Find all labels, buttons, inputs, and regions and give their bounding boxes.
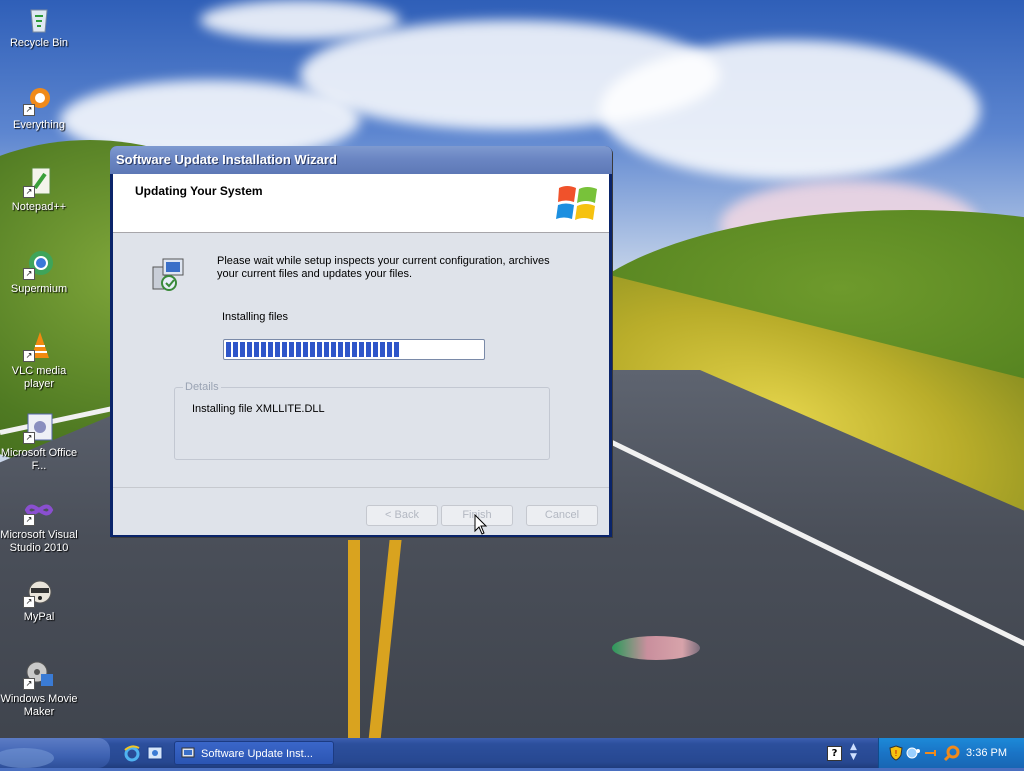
windows-flag-icon — [556, 186, 597, 220]
desktop-icon-recycle-bin[interactable]: Recycle Bin — [0, 2, 78, 50]
wizard-header: Updating Your System — [113, 174, 609, 233]
show-desktop-icon[interactable] — [146, 744, 164, 762]
mouse-cursor-icon — [474, 514, 488, 535]
wizard-body: Please wait while setup inspects your cu… — [113, 233, 609, 487]
details-legend: Details — [183, 381, 221, 393]
shortcut-arrow-icon: ↗ — [23, 596, 35, 608]
microsoft-office-icon: ↗ — [23, 412, 55, 444]
svg-text:!: ! — [894, 749, 897, 758]
desktop-icon-label: Recycle Bin — [9, 37, 69, 49]
supermium-browser-icon: ↗ — [23, 248, 55, 280]
desktop-icon-label: Microsoft Visual Studio 2010 — [0, 529, 78, 554]
taskbar-button-label: Software Update Inst... — [201, 748, 313, 760]
wizard-title: Software Update Installation Wizard — [116, 152, 337, 167]
visual-studio-icon: ↗ — [23, 494, 55, 526]
everything-search-icon: ↗ — [23, 84, 55, 116]
wizard-footer: < Back Finish Cancel — [113, 487, 609, 535]
system-tray: ! 3:36 PM — [878, 738, 1024, 768]
desktop-icon-label: Notepad++ — [11, 201, 67, 213]
wizard-titlebar[interactable]: Software Update Installation Wizard — [110, 146, 612, 174]
desktop-icon-vlc[interactable]: ↗ VLC media player — [0, 330, 78, 391]
desktop-icon-label: MyPal — [23, 611, 55, 623]
shortcut-arrow-icon: ↗ — [23, 678, 35, 690]
cancel-button[interactable]: Cancel — [526, 505, 598, 526]
desktop-icon-label: VLC media player — [11, 365, 67, 390]
desktop-icon-label: Supermium — [10, 283, 68, 295]
installation-wizard-window: Software Update Installation Wizard Upda… — [110, 146, 612, 537]
desktop-icon-label: Windows Movie Maker — [0, 693, 78, 718]
shortcut-arrow-icon: ↗ — [23, 514, 35, 526]
desktop-icon-visual-studio[interactable]: ↗ Microsoft Visual Studio 2010 — [0, 494, 78, 555]
recycle-bin-icon — [23, 2, 55, 34]
mypal-raccoon-icon: ↗ — [23, 576, 55, 608]
everything-search-icon[interactable] — [943, 744, 961, 762]
desktop-icon-notepad-plus-plus[interactable]: ↗ Notepad++ — [0, 166, 78, 214]
start-button[interactable] — [0, 738, 110, 768]
wizard-client-area: Updating Your System Please wait while s… — [113, 174, 609, 535]
desktop-icon-label: Microsoft Office F... — [0, 447, 78, 472]
details-group: Details Installing file XMLLITE.DLL — [174, 381, 550, 460]
shortcut-arrow-icon: ↗ — [23, 432, 35, 444]
desktop-icon-microsoft-office[interactable]: ↗ Microsoft Office F... — [0, 412, 78, 473]
setup-computer-icon — [152, 258, 184, 291]
start-orb-icon — [0, 748, 54, 768]
wizard-header-title: Updating Your System — [135, 184, 263, 198]
tray-expand-arrows-icon[interactable]: ▲ ▼ — [850, 742, 857, 762]
desktop-icon-everything[interactable]: ↗ Everything — [0, 84, 78, 132]
desktop-icon-mypal[interactable]: ↗ MyPal — [0, 576, 78, 624]
shortcut-arrow-icon: ↗ — [23, 186, 35, 198]
shortcut-arrow-icon: ↗ — [23, 268, 35, 280]
desktop-icon-supermium[interactable]: ↗ Supermium — [0, 248, 78, 296]
network-icon[interactable] — [906, 746, 922, 760]
shortcut-arrow-icon: ↗ — [23, 104, 35, 116]
security-shield-icon[interactable]: ! — [889, 745, 903, 761]
notepad-plus-plus-icon: ↗ — [23, 166, 55, 198]
back-button[interactable]: < Back — [366, 505, 438, 526]
status-label: Installing files — [222, 311, 289, 323]
setup-computer-icon — [181, 747, 195, 758]
movie-maker-film-icon: ↗ — [23, 658, 55, 690]
taskbar-clock[interactable]: 3:36 PM — [966, 738, 1007, 768]
wizard-intro-text: Please wait while setup inspects your cu… — [217, 255, 550, 280]
desktop-fish-image — [612, 636, 700, 660]
details-text: Installing file XMLLITE.DLL — [192, 403, 325, 415]
tray-connector-icon[interactable] — [924, 748, 940, 758]
desktop-icon-label: Everything — [13, 119, 65, 131]
vlc-cone-icon: ↗ — [23, 330, 55, 362]
install-progress-fill — [226, 342, 401, 357]
internet-explorer-icon[interactable] — [123, 744, 141, 762]
desktop-icon-windows-movie-maker[interactable]: ↗ Windows Movie Maker — [0, 658, 78, 719]
taskbar: Software Update Inst... ? ▲ ▼ ! 3:36 PM — [0, 738, 1024, 768]
shortcut-arrow-icon: ↗ — [23, 350, 35, 362]
help-icon[interactable]: ? — [827, 746, 842, 761]
install-progress-bar — [223, 339, 485, 360]
taskbar-button-software-update[interactable]: Software Update Inst... — [174, 741, 334, 765]
